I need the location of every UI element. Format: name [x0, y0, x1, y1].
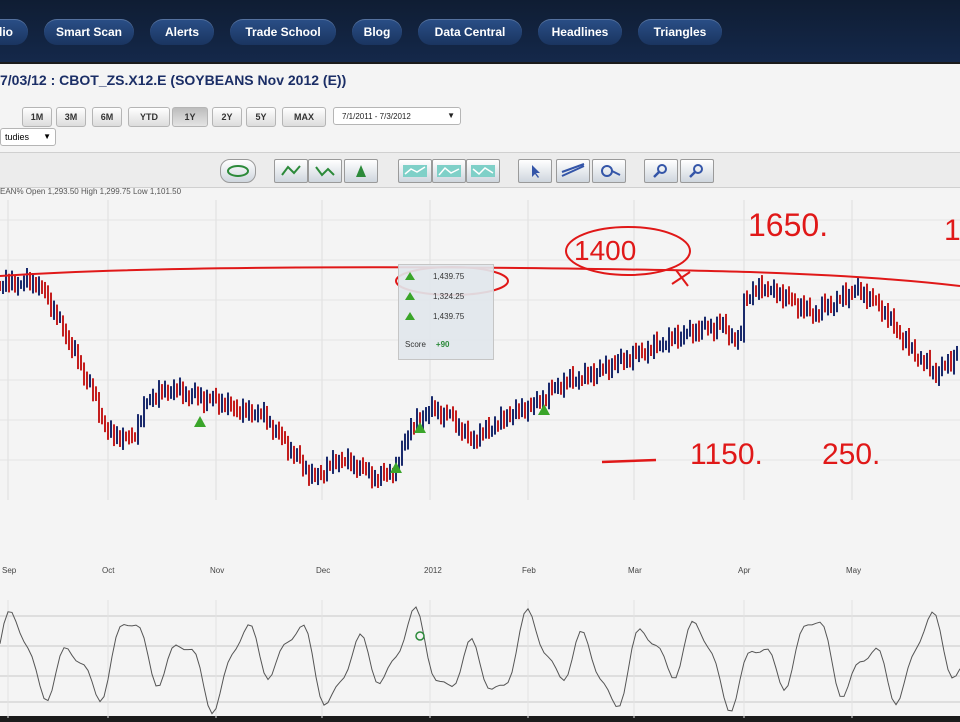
range-2y-button[interactable]: 2Y	[212, 107, 242, 127]
x-axis-label: 2012	[424, 566, 442, 575]
range-ytd-button[interactable]: YTD	[128, 107, 170, 127]
x-axis-label: May	[846, 566, 862, 575]
up-arrow-icon	[405, 312, 415, 320]
draw-line-icon[interactable]	[556, 159, 590, 183]
zoom-in-bars-icon[interactable]	[274, 159, 308, 183]
annotation-1400: 1400	[574, 235, 636, 266]
chart-panel: 7/03/12 : CBOT_ZS.X12.E (SOYBEANS Nov 20…	[0, 64, 960, 718]
annotation-1650: 1650.	[748, 207, 828, 243]
nav-trade-school[interactable]: Trade School	[230, 19, 336, 45]
price-chart[interactable]: 1400 1650. 1150. 250. 1	[0, 200, 960, 566]
x-axis-label: Nov	[210, 566, 225, 575]
chevron-down-icon: ▼	[43, 132, 51, 141]
nav-headlines[interactable]: Headlines	[538, 19, 622, 45]
top-nav-bar: lio Smart Scan Alerts Trade School Blog …	[0, 0, 960, 62]
up-arrow-icon	[405, 292, 415, 300]
annotation-250: 250.	[822, 438, 880, 471]
studies-select[interactable]: tudies ▼	[0, 128, 56, 146]
date-range-select[interactable]: 7/1/2011 - 7/3/2012 ▼	[333, 107, 461, 125]
buy-signal-icon	[390, 462, 402, 473]
chart-title: 7/03/12 : CBOT_ZS.X12.E (SOYBEANS Nov 20…	[0, 72, 347, 88]
range-5y-button[interactable]: 5Y	[246, 107, 276, 127]
trend-chart-icon[interactable]	[466, 159, 500, 183]
score-label: Score	[405, 339, 426, 349]
zoom-out-icon[interactable]	[680, 159, 714, 183]
buy-signal-icon	[414, 422, 426, 433]
oscillator-line	[0, 606, 960, 715]
up-arrow-icon	[405, 272, 415, 280]
x-axis-label: Sep	[2, 566, 17, 575]
line-chart-icon[interactable]	[398, 159, 432, 183]
ohlc-readout: EAN% Open 1,293.50 High 1,299.75 Low 1,1…	[0, 187, 182, 196]
tooltip-row: 1,439.75	[405, 269, 464, 283]
price-tooltip: 1,439.75 1,324.25 1,439.75 Score +90	[398, 264, 494, 360]
nav-smart-scan[interactable]: Smart Scan	[44, 19, 134, 45]
oscillator-grid	[0, 600, 960, 718]
annotation-1150: 1150.	[690, 438, 763, 471]
zoom-in-icon[interactable]	[644, 159, 678, 183]
range-1y-button[interactable]: 1Y	[172, 107, 208, 127]
tooltip-value: 1,439.75	[433, 311, 465, 321]
score-value: +90	[435, 339, 450, 349]
tooltip-row: 1,324.25	[405, 289, 464, 303]
oscillator-signal-icon	[415, 631, 425, 641]
date-range-value: 7/1/2011 - 7/3/2012	[342, 111, 411, 121]
range-6m-button[interactable]: 6M	[92, 107, 122, 127]
buy-signal-icon	[194, 416, 206, 427]
nav-blog[interactable]: Blog	[352, 19, 402, 45]
volume-icon[interactable]	[344, 159, 378, 183]
nav-data-central[interactable]: Data Central	[418, 19, 522, 45]
x-axis-label: Feb	[522, 566, 536, 575]
select-cursor-icon[interactable]	[518, 159, 552, 183]
crosshair-icon[interactable]	[592, 159, 626, 183]
chevron-down-icon: ▼	[447, 111, 455, 120]
cross-mark	[671, 269, 691, 287]
nav-triangles[interactable]: Triangles	[638, 19, 722, 45]
studies-label: tudies	[5, 132, 30, 142]
x-axis-label: Apr	[738, 566, 751, 575]
tooltip-score-row: Score +90	[405, 337, 449, 351]
nav-alerts[interactable]: Alerts	[150, 19, 214, 45]
annotation-1: 1	[944, 214, 960, 247]
range-1m-button[interactable]: 1M	[22, 107, 52, 127]
tooltip-value: 1,439.75	[433, 271, 465, 281]
x-axis-label: Oct	[102, 566, 115, 575]
x-axis: Sep Oct Nov Dec 2012 Feb Mar Apr May	[0, 566, 960, 580]
x-axis-label: Dec	[316, 566, 331, 575]
chart-type-icon[interactable]	[220, 159, 256, 183]
tooltip-value: 1,324.25	[433, 291, 465, 301]
oscillator-chart[interactable]	[0, 600, 960, 722]
area-chart-icon[interactable]	[432, 159, 466, 183]
chart-toolbar	[0, 152, 960, 188]
range-3m-button[interactable]: 3M	[56, 107, 86, 127]
x-axis-label: Mar	[628, 566, 642, 575]
buy-signals	[194, 404, 550, 473]
zoom-out-bars-icon[interactable]	[308, 159, 342, 183]
tooltip-row: 1,439.75	[405, 309, 464, 323]
nav-portfolio[interactable]: lio	[0, 19, 28, 45]
range-max-button[interactable]: MAX	[282, 107, 326, 127]
